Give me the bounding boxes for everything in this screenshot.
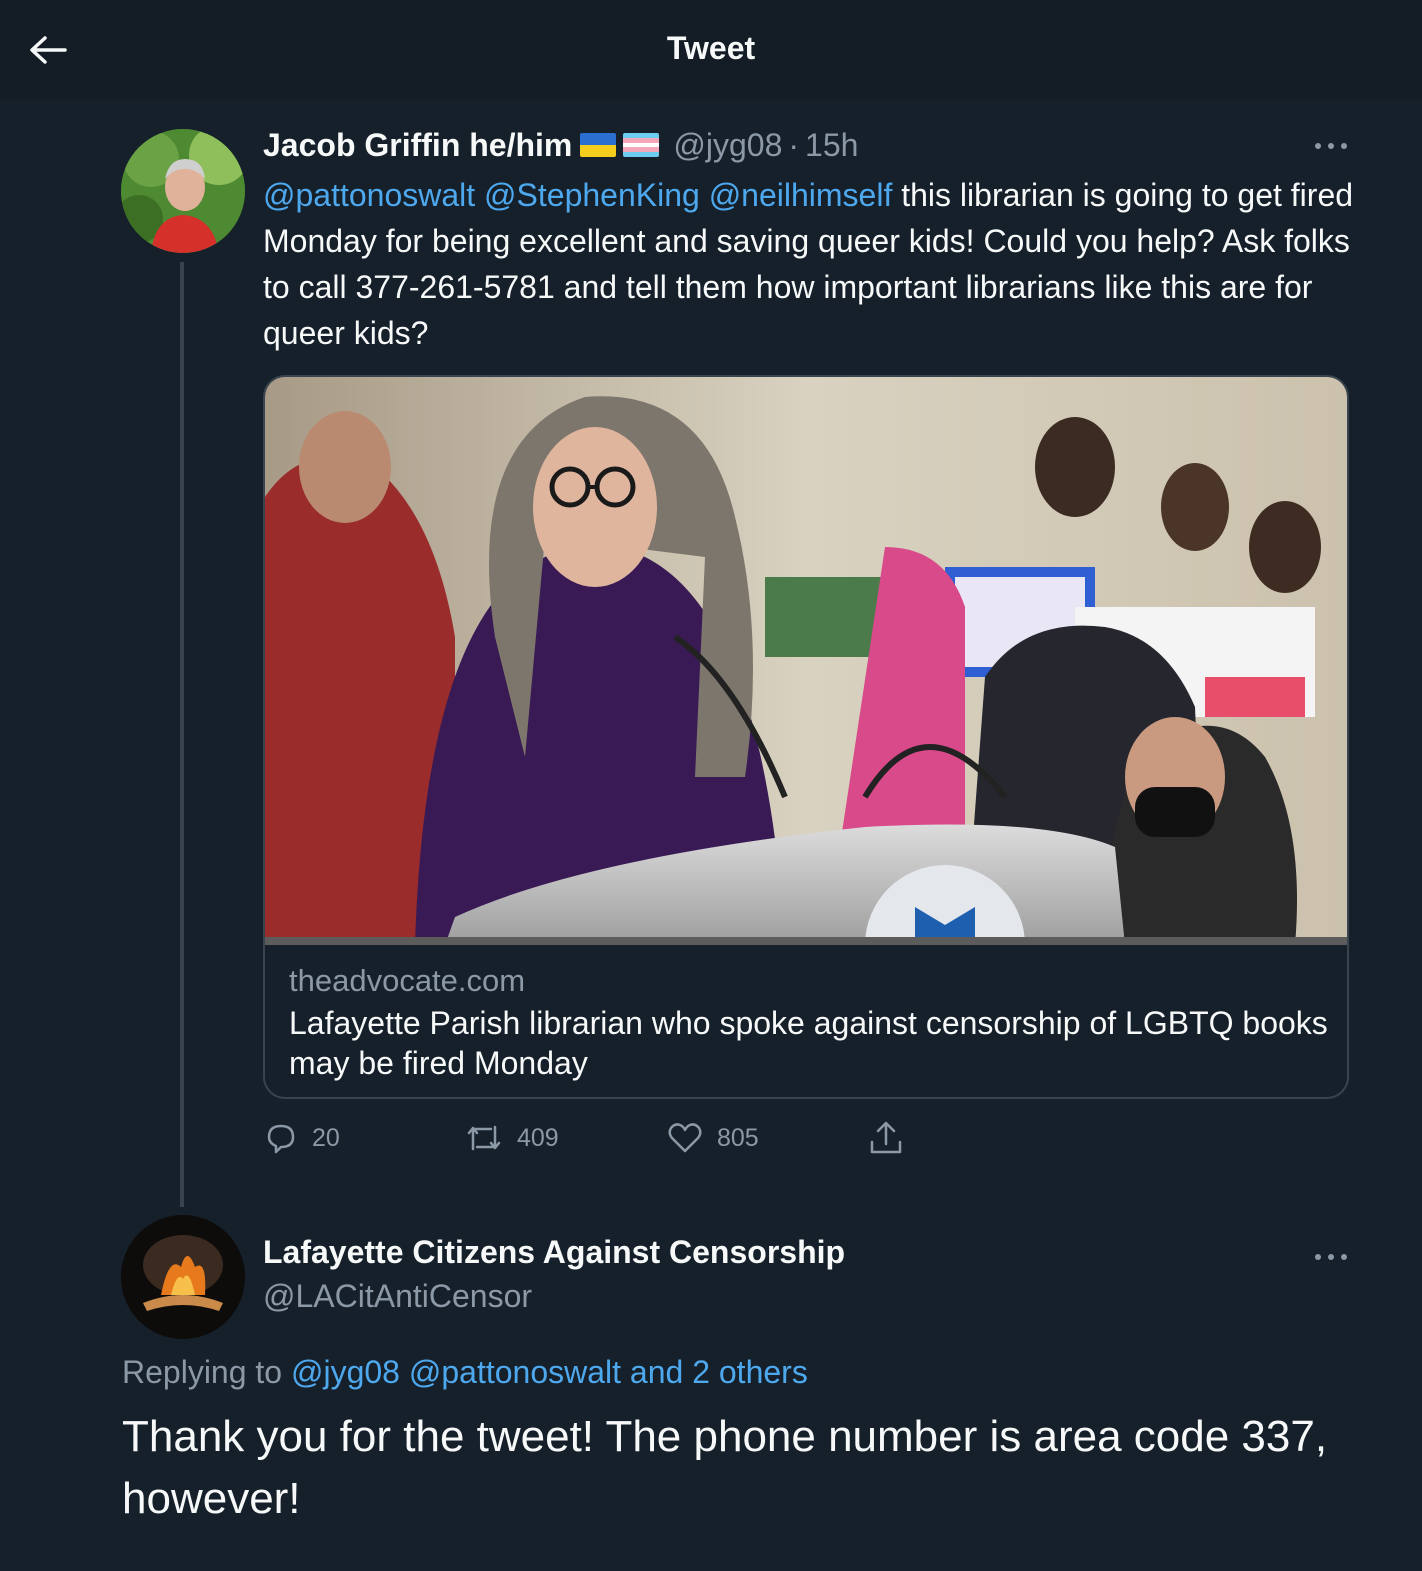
- mention-link[interactable]: @neilhimself: [709, 177, 893, 213]
- author-row: Jacob Griffin he/him @jyg08 · 15h: [263, 122, 858, 168]
- reply-author-name[interactable]: Lafayette Citizens Against Censorship: [263, 1234, 845, 1271]
- share-icon: [870, 1121, 902, 1154]
- card-title: Lafayette Parish librarian who spoke aga…: [289, 1005, 1328, 1081]
- author-name[interactable]: Jacob Griffin he/him: [263, 127, 572, 164]
- tweet-timestamp[interactable]: 15h: [805, 127, 858, 164]
- tweet-body: @pattonoswalt @StephenKing @neilhimself …: [263, 172, 1363, 356]
- reply-author-handle[interactable]: @LACitAntiCensor: [263, 1278, 532, 1315]
- share-button[interactable]: [868, 1118, 904, 1158]
- retweet-count: 409: [517, 1123, 559, 1152]
- top-bar: Tweet: [0, 0, 1422, 100]
- reply-button[interactable]: 20: [264, 1118, 340, 1158]
- transgender-flag-icon: [623, 133, 660, 157]
- replying-to-link[interactable]: @jyg08 @pattonoswalt and 2 others: [291, 1354, 808, 1390]
- retweet-button[interactable]: 409: [465, 1118, 559, 1158]
- more-options-icon[interactable]: [1311, 134, 1351, 158]
- card-domain: theadvocate.com: [289, 963, 526, 998]
- link-card[interactable]: theadvocate.com Lafayette Parish librari…: [263, 375, 1349, 1099]
- mention-link[interactable]: @StephenKing: [484, 177, 700, 213]
- separator-dot: ·: [788, 126, 800, 163]
- retweet-icon: [467, 1125, 501, 1151]
- author-avatar[interactable]: [121, 129, 245, 253]
- reply-author-avatar[interactable]: [121, 1215, 245, 1339]
- replying-to: Replying to @jyg08 @pattonoswalt and 2 o…: [122, 1354, 808, 1391]
- replying-prefix: Replying to: [122, 1354, 283, 1390]
- mention-link[interactable]: @pattonoswalt: [263, 177, 475, 213]
- article-photo: [265, 377, 1347, 945]
- like-button[interactable]: 805: [667, 1118, 759, 1158]
- reply-body: Thank you for the tweet! The phone numbe…: [122, 1412, 1328, 1523]
- heart-icon: [668, 1123, 702, 1153]
- ukraine-flag-icon: [580, 133, 617, 157]
- thread-connector: [180, 262, 184, 1207]
- page-title: Tweet: [666, 30, 756, 66]
- reply-count: 20: [312, 1123, 340, 1152]
- author-handle[interactable]: @jyg08: [673, 127, 782, 164]
- reply-icon: [267, 1124, 295, 1154]
- more-options-icon[interactable]: [1311, 1245, 1351, 1269]
- like-count: 805: [717, 1123, 759, 1152]
